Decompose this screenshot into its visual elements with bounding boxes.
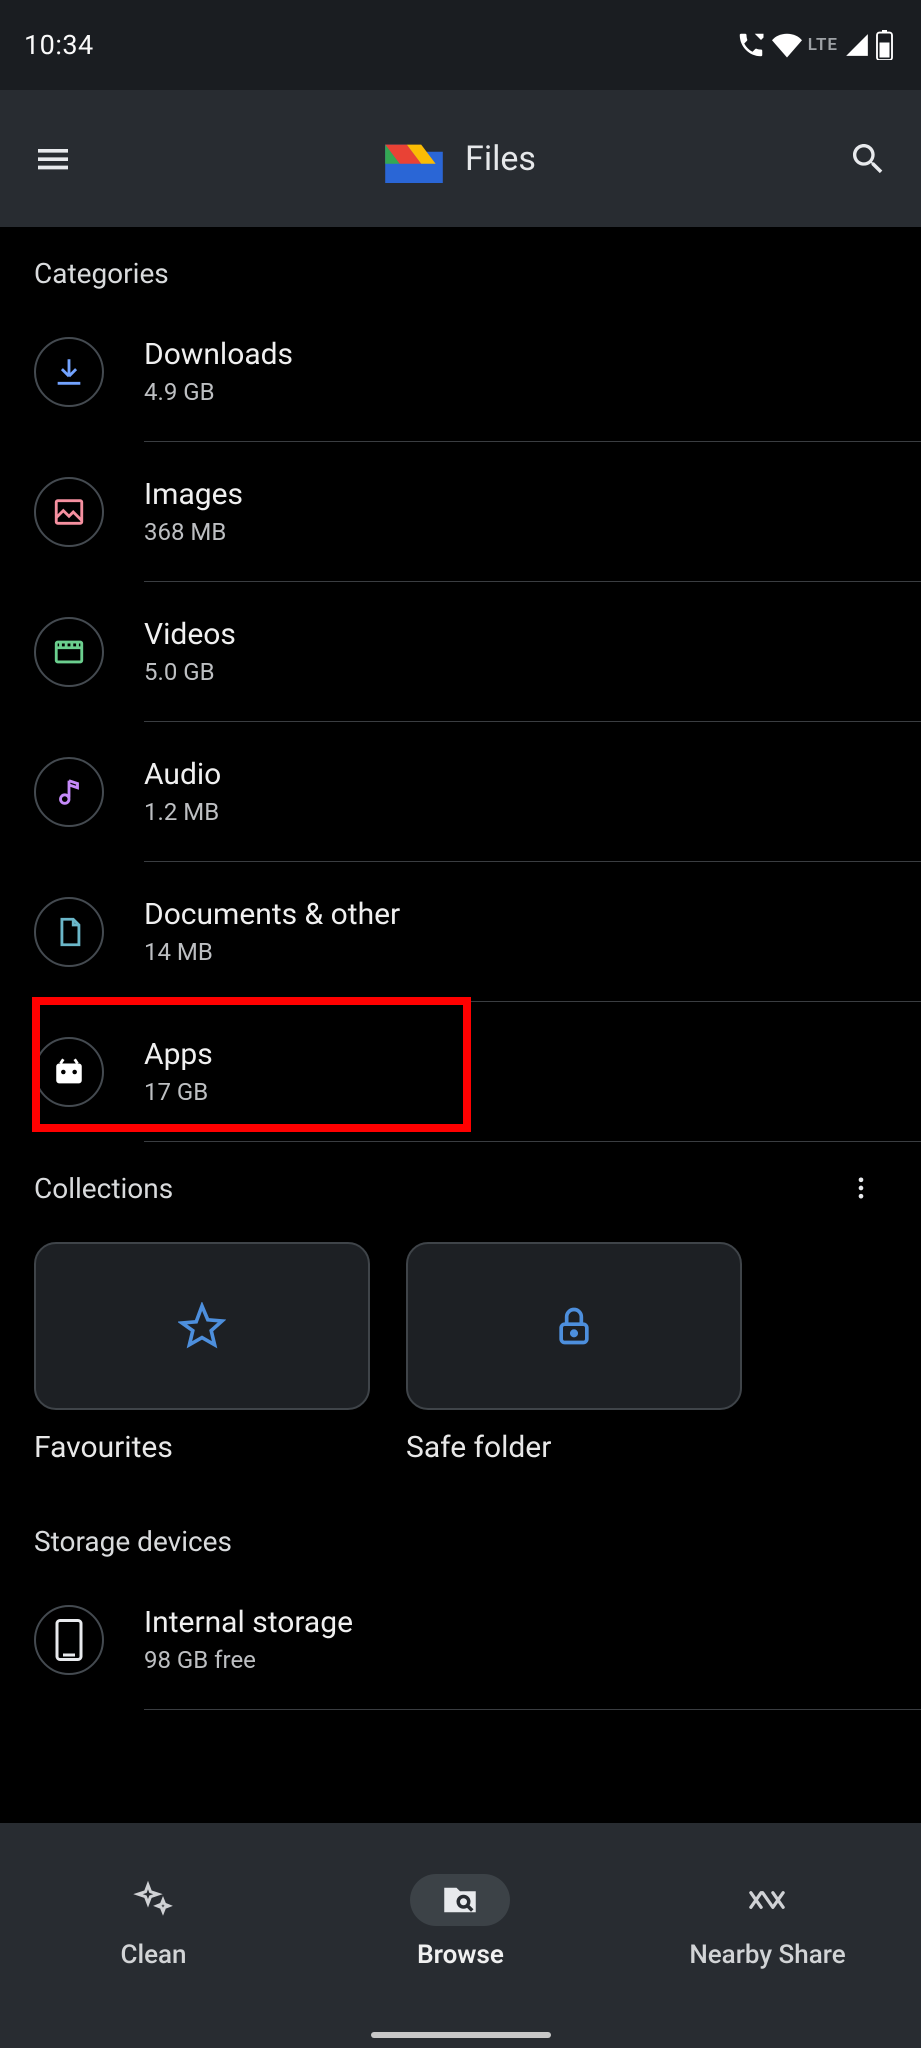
search-button[interactable] — [843, 134, 893, 184]
app-bar: Files — [0, 90, 921, 227]
internal-storage[interactable]: Internal storage 98 GB free — [0, 1570, 921, 1710]
category-videos[interactable]: Videos 5.0 GB — [0, 582, 921, 722]
category-size: 368 MB — [144, 518, 901, 546]
star-icon — [178, 1302, 226, 1350]
nav-label: Browse — [417, 1940, 504, 1970]
categories-section-title: Categories — [0, 227, 921, 302]
download-icon — [34, 337, 104, 407]
phone-icon — [34, 1605, 104, 1675]
nav-label: Clean — [120, 1940, 186, 1970]
battery-icon — [876, 30, 893, 60]
gesture-handle[interactable] — [371, 2032, 551, 2038]
browse-folder-icon — [439, 1879, 481, 1921]
files-app-icon — [385, 135, 443, 183]
category-audio[interactable]: Audio 1.2 MB — [0, 722, 921, 862]
collections-section-title: Collections — [34, 1172, 173, 1205]
category-documents[interactable]: Documents & other 14 MB — [0, 862, 921, 1002]
category-downloads[interactable]: Downloads 4.9 GB — [0, 302, 921, 442]
status-time: 10:34 — [24, 29, 94, 61]
nav-label: Nearby Share — [689, 1940, 845, 1970]
storage-label: Internal storage — [144, 1605, 901, 1640]
wifi-calling-icon — [736, 30, 766, 60]
favourites-card[interactable] — [34, 1242, 370, 1410]
search-icon — [848, 139, 888, 179]
status-icons: LTE — [736, 30, 893, 60]
image-icon — [34, 477, 104, 547]
status-bar: 10:34 LTE — [0, 0, 921, 90]
nearby-share-icon — [745, 1885, 789, 1915]
category-size: 14 MB — [144, 938, 901, 966]
category-label: Downloads — [144, 337, 901, 372]
sparkle-icon — [133, 1880, 173, 1920]
apps-icon — [34, 1037, 104, 1107]
document-icon — [34, 897, 104, 967]
menu-button[interactable] — [28, 134, 78, 184]
category-label: Audio — [144, 757, 901, 792]
lock-icon — [552, 1304, 596, 1348]
category-label: Documents & other — [144, 897, 901, 932]
audio-icon — [34, 757, 104, 827]
category-size: 4.9 GB — [144, 378, 901, 406]
category-label: Apps — [144, 1037, 901, 1072]
category-apps[interactable]: Apps 17 GB — [0, 1002, 921, 1142]
storage-free: 98 GB free — [144, 1646, 901, 1674]
wifi-icon — [772, 30, 802, 60]
app-title: Files — [465, 139, 536, 179]
category-label: Images — [144, 477, 901, 512]
category-images[interactable]: Images 368 MB — [0, 442, 921, 582]
nav-nearby-share[interactable]: Nearby Share — [616, 1874, 920, 1970]
collections-more-button[interactable] — [841, 1168, 881, 1208]
more-vert-icon — [847, 1174, 875, 1202]
category-size: 17 GB — [144, 1078, 901, 1106]
lte-label: LTE — [808, 35, 838, 55]
nav-browse[interactable]: Browse — [309, 1874, 613, 1970]
bottom-nav: Clean Browse Nearby Share — [0, 1823, 921, 2048]
storage-section-title: Storage devices — [0, 1505, 921, 1570]
category-size: 5.0 GB — [144, 658, 901, 686]
signal-icon — [844, 32, 870, 58]
nav-clean[interactable]: Clean — [2, 1874, 306, 1970]
safe-folder-label: Safe folder — [406, 1430, 742, 1465]
video-icon — [34, 617, 104, 687]
safe-folder-card[interactable] — [406, 1242, 742, 1410]
category-label: Videos — [144, 617, 901, 652]
category-size: 1.2 MB — [144, 798, 901, 826]
favourites-label: Favourites — [34, 1430, 370, 1465]
hamburger-icon — [33, 139, 73, 179]
